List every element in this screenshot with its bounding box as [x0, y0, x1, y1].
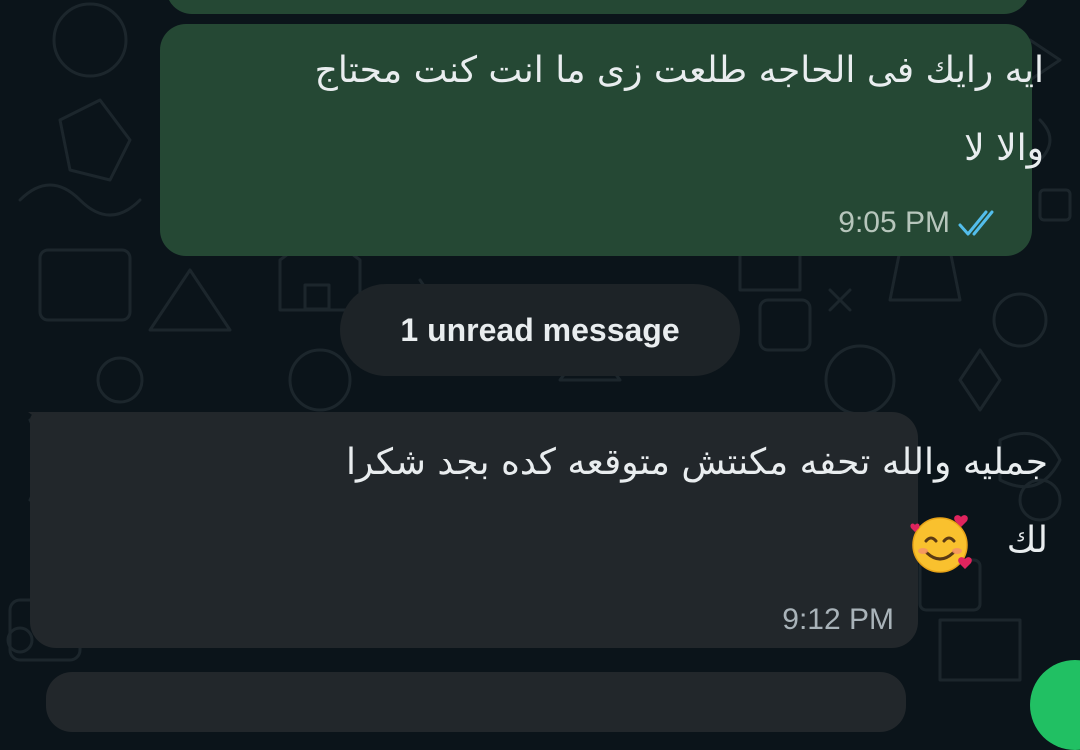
next-incoming-bubble[interactable]: [46, 672, 906, 732]
incoming-message-line-2-wrap: لك: [218, 502, 1048, 580]
incoming-message-line-1: جمليه والله تحفه مكنتش متوقعه كده بجد شك…: [346, 442, 1048, 483]
outgoing-message-line-1: ايه رايك فى الحاجه طلعت زى ما انت كنت مح…: [314, 50, 1044, 91]
outgoing-message-line-2: والا لا: [964, 128, 1044, 169]
incoming-message-text: جمليه والله تحفه مكنتش متوقعه كده بجد شك…: [218, 424, 1048, 580]
unread-messages-divider: 1 unread message: [340, 284, 740, 376]
outgoing-message-time: 9:05 PM: [838, 206, 950, 239]
smiling-face-with-hearts-icon: [910, 515, 973, 573]
previous-outgoing-bubble[interactable]: [166, 0, 1030, 14]
incoming-message-line-2: لك: [1006, 520, 1048, 561]
incoming-message-time: 9:12 PM: [782, 603, 894, 636]
double-check-icon: [958, 210, 994, 236]
unread-messages-label: 1 unread message: [400, 311, 680, 348]
outgoing-message-text: ايه رايك فى الحاجه طلعت زى ما انت كنت مح…: [224, 32, 1044, 188]
